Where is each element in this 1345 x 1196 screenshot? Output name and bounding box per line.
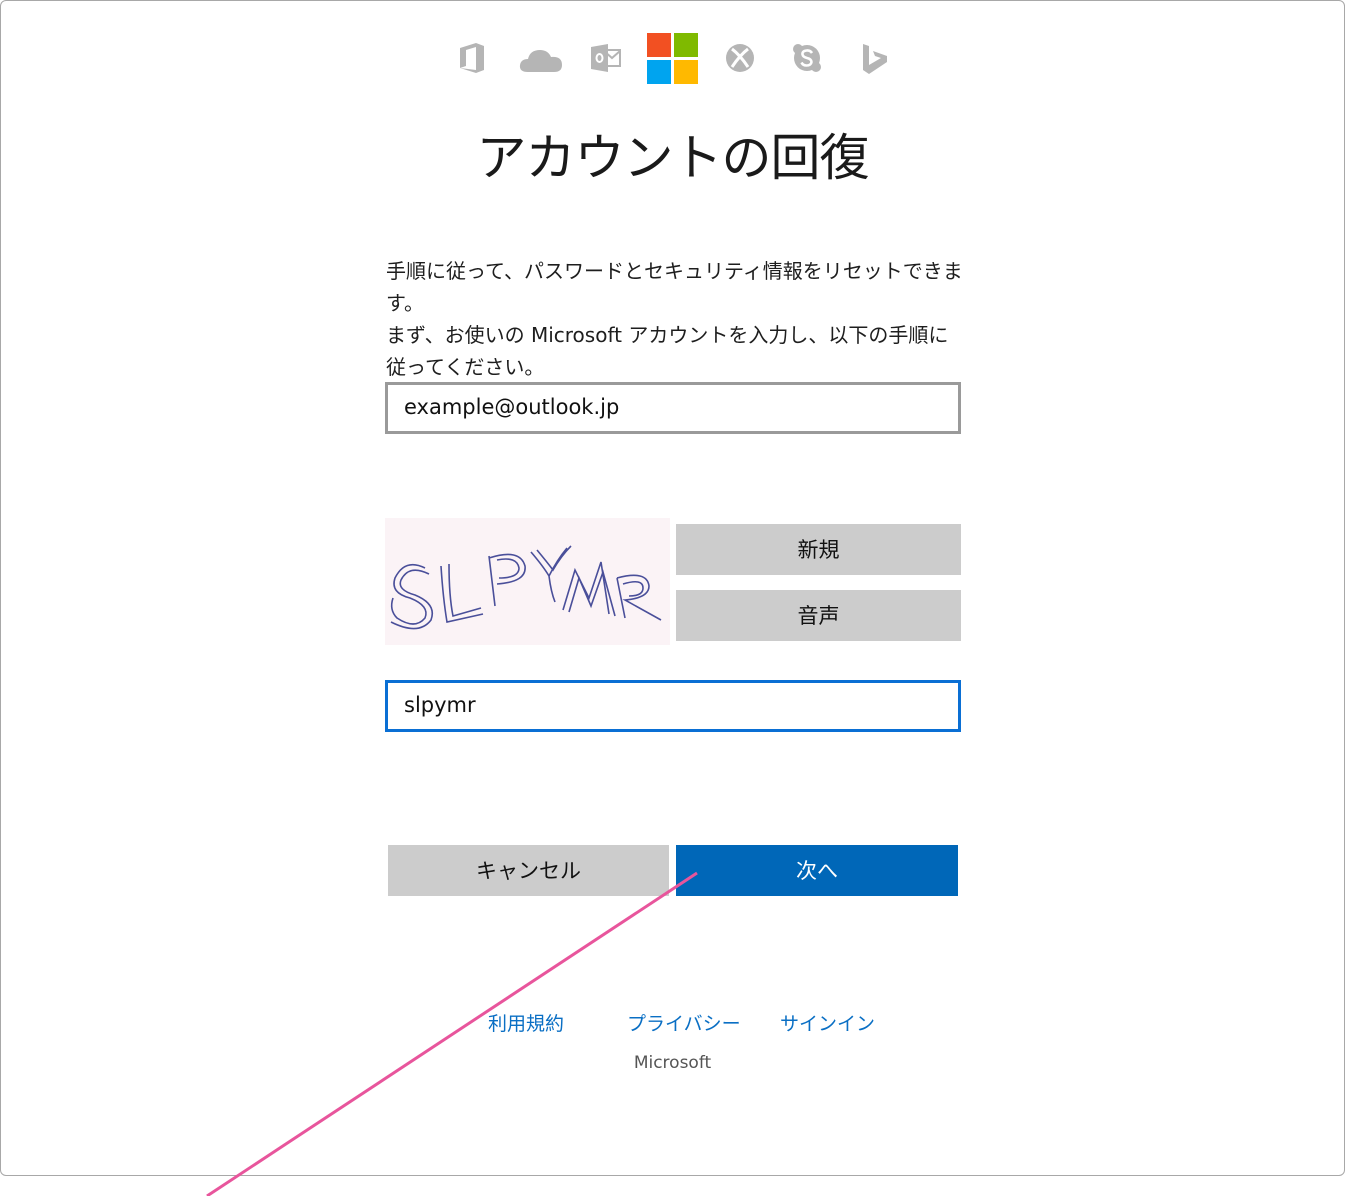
terms-link[interactable]: 利用規約 bbox=[488, 1009, 564, 1036]
new-captcha-button[interactable]: 新規 bbox=[676, 524, 961, 575]
audio-captcha-button[interactable]: 音声 bbox=[676, 590, 961, 641]
xbox-icon bbox=[725, 43, 755, 73]
page-title: アカウントの回復 bbox=[476, 129, 870, 187]
bing-icon bbox=[861, 43, 889, 75]
cancel-button[interactable]: キャンセル bbox=[388, 845, 669, 896]
next-button[interactable]: 次へ bbox=[676, 845, 958, 896]
captcha-image bbox=[385, 518, 670, 645]
signin-link[interactable]: サインイン bbox=[780, 1009, 875, 1036]
instructions-text: 手順に従って、パスワードとセキュリティ情報をリセットできます。 まず、お使いの … bbox=[386, 259, 963, 379]
microsoft-logo bbox=[647, 33, 699, 84]
copyright-text: Microsoft bbox=[633, 1053, 712, 1073]
skype-icon bbox=[792, 43, 822, 73]
privacy-link[interactable]: プライバシー bbox=[627, 1009, 741, 1036]
office-icon bbox=[458, 42, 486, 74]
email-field[interactable]: example@outlook.jp bbox=[385, 382, 961, 434]
captcha-input[interactable]: slpymr bbox=[385, 680, 961, 732]
outlook-icon bbox=[590, 42, 622, 74]
onedrive-icon bbox=[518, 46, 564, 74]
